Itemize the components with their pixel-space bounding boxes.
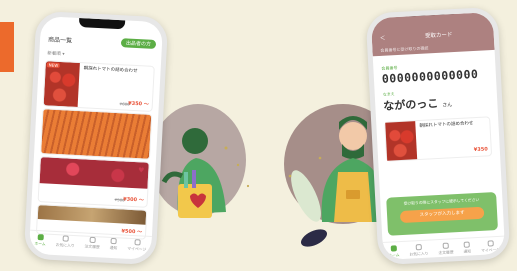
page-title: 商品一覧 <box>47 36 73 45</box>
pickup-confirm-box: 受け取りの際にスタッフに提示してください スタッフが入力します <box>386 192 499 236</box>
product-card[interactable]: ♥ ¥500 ¥300 〜 <box>37 156 150 208</box>
home-icon <box>390 245 397 252</box>
tab-history[interactable]: 注文履歴 <box>438 242 454 256</box>
bell-icon <box>463 241 471 248</box>
page-title: 受取カード <box>424 32 453 40</box>
staff-input-button[interactable]: スタッフが入力します <box>399 206 485 224</box>
tab-history[interactable]: 注文履歴 <box>84 236 100 251</box>
back-icon[interactable]: ＜ <box>380 33 390 42</box>
price: ¥350 〜 <box>128 100 149 108</box>
pickup-instruction: 受け取りの際にスタッフに提示してください <box>403 196 480 206</box>
tab-favorites[interactable]: お気に入り <box>409 244 429 258</box>
product-image-mix <box>37 205 147 225</box>
product-title: 朝採れトマトの詰め合わせ <box>419 121 474 129</box>
tab-home[interactable]: ホーム <box>388 245 400 259</box>
list-icon <box>89 236 96 244</box>
user-icon <box>487 240 494 247</box>
product-image-carrot <box>41 109 152 159</box>
home-icon <box>37 234 44 241</box>
product-card[interactable] <box>40 108 153 160</box>
list-icon <box>442 242 449 249</box>
product-card[interactable]: NEW 朝採れトマトの詰め合わせ ¥600 ¥350 〜 <box>42 60 155 112</box>
page-subtitle: 会員番号と受け取りの確認 <box>380 45 429 53</box>
shopper-illustration <box>161 128 226 218</box>
phone-product-list: 商品一覧 出品者の方 新着順 ▾ NEW 朝採れトマトの詰め合わせ ¥600 ¥… <box>23 10 169 266</box>
order-product-card[interactable]: 朝採れトマトの詰め合わせ ¥350 <box>384 116 493 162</box>
user-icon <box>133 239 141 246</box>
tab-mypage[interactable]: マイページ <box>481 240 501 254</box>
pickup-header: ＜ 受取カード 会員番号と受け取りの確認 <box>370 11 495 57</box>
price: ¥350 <box>473 146 488 154</box>
heart-icon[interactable]: ♥ <box>138 166 145 174</box>
heart-icon <box>415 244 422 251</box>
new-badge: NEW <box>46 62 61 69</box>
tab-favorites[interactable]: お気に入り <box>55 235 75 249</box>
product-image-tomato <box>385 121 418 161</box>
phone-pickup-card: ＜ 受取カード 会員番号と受け取りの確認 会員番号 0000000000000 … <box>365 6 511 266</box>
tab-home[interactable]: ホーム <box>34 234 46 248</box>
tab-notifications[interactable]: 通知 <box>463 241 471 254</box>
bottom-tab-bar: ホーム お気に入り 注文履歴 通知 マイページ <box>28 229 152 261</box>
product-title: 朝採れトマトの詰め合わせ <box>83 66 138 75</box>
heart-icon <box>62 235 69 242</box>
product-image-apple <box>39 157 149 189</box>
tab-mypage[interactable]: マイページ <box>127 239 147 253</box>
seller-button[interactable]: 出品者の方 <box>120 38 157 50</box>
product-image-tomato: NEW <box>43 61 80 107</box>
price: ¥300 〜 <box>122 196 144 204</box>
tab-notifications[interactable]: 通知 <box>110 237 118 251</box>
bell-icon <box>110 237 118 245</box>
